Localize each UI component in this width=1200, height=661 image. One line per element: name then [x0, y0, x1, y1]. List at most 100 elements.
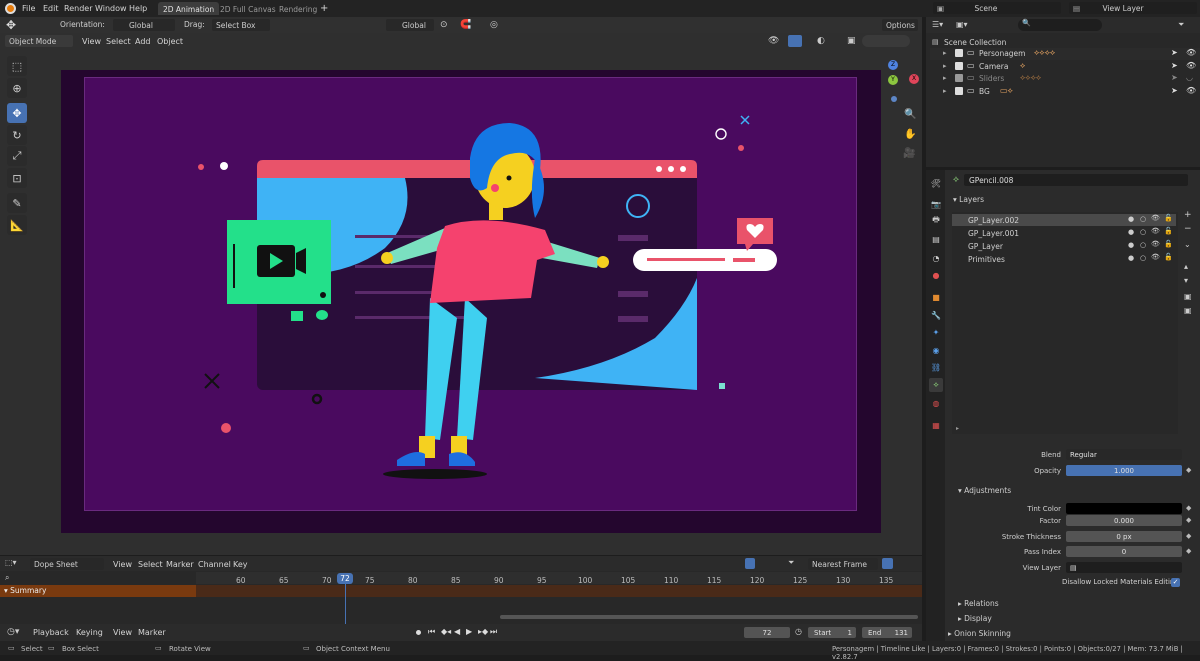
move-tool-icon[interactable]: ✥ [7, 103, 27, 123]
frame-ruler[interactable] [196, 572, 922, 584]
outliner-search-input[interactable]: 🔍 [1018, 19, 1102, 31]
current-frame-indicator[interactable]: 72 [337, 573, 353, 584]
eye-icon[interactable]: 👁 [1186, 86, 1196, 95]
only-selected-icon[interactable] [745, 558, 755, 569]
eye-closed-icon[interactable]: ◡ [1186, 73, 1193, 82]
summary-row[interactable]: ▾ Summary [0, 585, 196, 597]
gizmo-neg-z[interactable] [891, 96, 897, 102]
menu-edit[interactable]: Edit [43, 4, 59, 13]
factor-field[interactable]: 0.000 [1066, 515, 1182, 526]
scene-collection-label[interactable]: Scene Collection [944, 39, 1006, 47]
dopesheet-menu-view[interactable]: View [113, 560, 132, 569]
pan-hand-icon[interactable]: ✋ [904, 129, 916, 140]
gizmo-toggle-icon[interactable] [788, 35, 802, 47]
tab-2d-full-canvas[interactable]: 2D Full Canvas [215, 2, 281, 15]
view-layer-field[interactable]: ▤ [1066, 562, 1182, 573]
select-arrow-icon[interactable]: ➤ [1171, 86, 1178, 95]
scene-selector[interactable]: ▣ Scene [933, 2, 1061, 14]
opacity-keyframe-icon[interactable]: ◆ [1186, 466, 1191, 474]
gizmo-y-axis[interactable]: Y [888, 75, 898, 85]
select-arrow-icon[interactable]: ➤ [1171, 73, 1178, 82]
physics-tab-icon[interactable]: ◉ [929, 343, 943, 357]
pass-index-field[interactable]: 0 [1066, 546, 1182, 557]
tab-2d-animation[interactable]: 2D Animation [158, 2, 220, 15]
opacity-slider[interactable]: 1.000 [1066, 465, 1182, 476]
list-resize-handle[interactable]: ▸ [956, 425, 959, 432]
checkbox-icon[interactable] [955, 74, 963, 82]
xray-icon[interactable]: ▣ [847, 36, 856, 46]
expand-arrow-icon[interactable]: ▸ [943, 62, 947, 70]
gizmo-z-axis[interactable]: Z [888, 60, 898, 70]
options-dropdown[interactable]: Options [882, 19, 918, 31]
layer-lock-button[interactable]: ▣ [1184, 292, 1192, 301]
preview-range-icon[interactable]: ◷ [795, 627, 802, 636]
tool-tab-icon[interactable]: 🛠 [929, 176, 943, 190]
outliner-item-sliders[interactable]: ▸ ▭ Sliders ⟡⟡⟡⟡ ➤ ◡ [930, 73, 1200, 85]
texture-tab-icon[interactable]: ▦ [929, 418, 943, 432]
stroke-thickness-field[interactable]: 0 px [1066, 531, 1182, 542]
select-arrow-icon[interactable]: ➤ [1171, 61, 1178, 70]
output-tab-icon[interactable]: 🖶 [929, 214, 943, 228]
disallow-locked-checkbox[interactable]: ✓ [1171, 578, 1180, 587]
prev-keyframe-icon[interactable]: ◆◂ [441, 627, 451, 636]
shading-solid-icon[interactable] [862, 35, 910, 47]
rotate-tool-icon[interactable]: ↻ [7, 125, 27, 145]
measure-tool-icon[interactable]: 📐 [7, 215, 27, 235]
menu-file[interactable]: File [22, 4, 35, 13]
layers-section-header[interactable]: ▾ Layers [953, 196, 984, 204]
camera-view-icon[interactable]: 🎥 [903, 148, 915, 159]
layer-row[interactable]: GP_Layer.001 ● ○ 👁 🔓 [952, 227, 1176, 239]
data-tab-icon[interactable]: ⟡ [929, 378, 943, 392]
drag-dropdown[interactable]: Select Box [212, 19, 270, 31]
object-name-field[interactable]: GPencil.008 [964, 174, 1188, 186]
dopesheet-scrollbar[interactable] [500, 615, 918, 619]
factor-keyframe-icon[interactable]: ◆ [1186, 516, 1191, 524]
pass-index-keyframe-icon[interactable]: ◆ [1186, 547, 1191, 555]
annotate-tool-icon[interactable]: ✎ [7, 193, 27, 213]
timeline-menu-keying[interactable]: Keying [76, 628, 103, 637]
end-frame-field[interactable]: End 131 [862, 627, 912, 638]
scale-tool-icon[interactable]: ⤢ [7, 146, 27, 166]
checkbox-icon[interactable] [955, 87, 963, 95]
timeline-menu-marker[interactable]: Marker [138, 628, 166, 637]
dopesheet-menu-marker[interactable]: Marker [166, 560, 194, 569]
mode-dropdown[interactable]: Object Mode [5, 35, 73, 47]
next-keyframe-icon[interactable]: ▸◆ [478, 627, 488, 636]
outliner-filter-icon[interactable]: ▣▾ [956, 20, 968, 29]
tab-rendering[interactable]: Rendering [274, 2, 322, 15]
eye-icon[interactable]: 👁 [1186, 61, 1196, 70]
zoom-icon[interactable]: 🔍 [904, 109, 916, 120]
cursor-tool-icon[interactable]: ⊕ [7, 78, 27, 98]
dopesheet-menu-select[interactable]: Select [138, 560, 163, 569]
snap-dropdown[interactable]: Nearest Frame [808, 558, 878, 570]
play-icon[interactable]: ▶ [466, 627, 472, 636]
current-frame-field[interactable]: 72 [744, 627, 790, 638]
adjustments-header[interactable]: ▾ Adjustments [958, 486, 1011, 495]
world-tab-icon[interactable]: ● [929, 268, 943, 282]
relations-header[interactable]: ▸ Relations [958, 599, 999, 608]
eye-icon[interactable]: 👁 [1151, 214, 1160, 222]
view-layer-selector[interactable]: ▤ View Layer [1069, 2, 1197, 14]
jump-end-icon[interactable]: ⏭ [490, 627, 497, 637]
tint-keyframe-icon[interactable]: ◆ [1186, 504, 1191, 512]
blend-dropdown[interactable]: Regular [1066, 449, 1182, 460]
viewport-menu-select[interactable]: Select [106, 37, 131, 46]
outliner-funnel-icon[interactable]: ⏷ [1178, 20, 1184, 30]
layer-row[interactable]: GP_Layer ● ○ 👁 🔓 [952, 240, 1176, 252]
record-button[interactable] [414, 628, 423, 637]
start-frame-field[interactable]: Start 1 [808, 627, 856, 638]
layer-row[interactable]: Primitives ● ○ 👁 🔓 [952, 253, 1176, 265]
layer-mask-button[interactable]: ▣ [1184, 306, 1192, 315]
expand-arrow-icon[interactable]: ▸ [943, 87, 947, 95]
onion-icon[interactable]: ○ [1140, 215, 1146, 223]
visibility-icon[interactable]: 👁 [768, 36, 779, 46]
remove-layer-button[interactable]: − [1184, 224, 1192, 234]
move-layer-up-button[interactable]: ▴ [1184, 262, 1188, 271]
viewport-menu-view[interactable]: View [82, 37, 101, 46]
menu-window[interactable]: Window [95, 4, 127, 13]
eye-icon[interactable]: 👁 [1151, 227, 1160, 235]
outliner-item-camera[interactable]: ▸ ▭ Camera ⟡ ➤ 👁 [930, 61, 1200, 73]
dopesheet-menu-channel[interactable]: Channel [198, 560, 231, 569]
modifier-tab-icon[interactable]: 🔧 [929, 308, 943, 322]
play-reverse-icon[interactable]: ◀ [454, 627, 460, 636]
